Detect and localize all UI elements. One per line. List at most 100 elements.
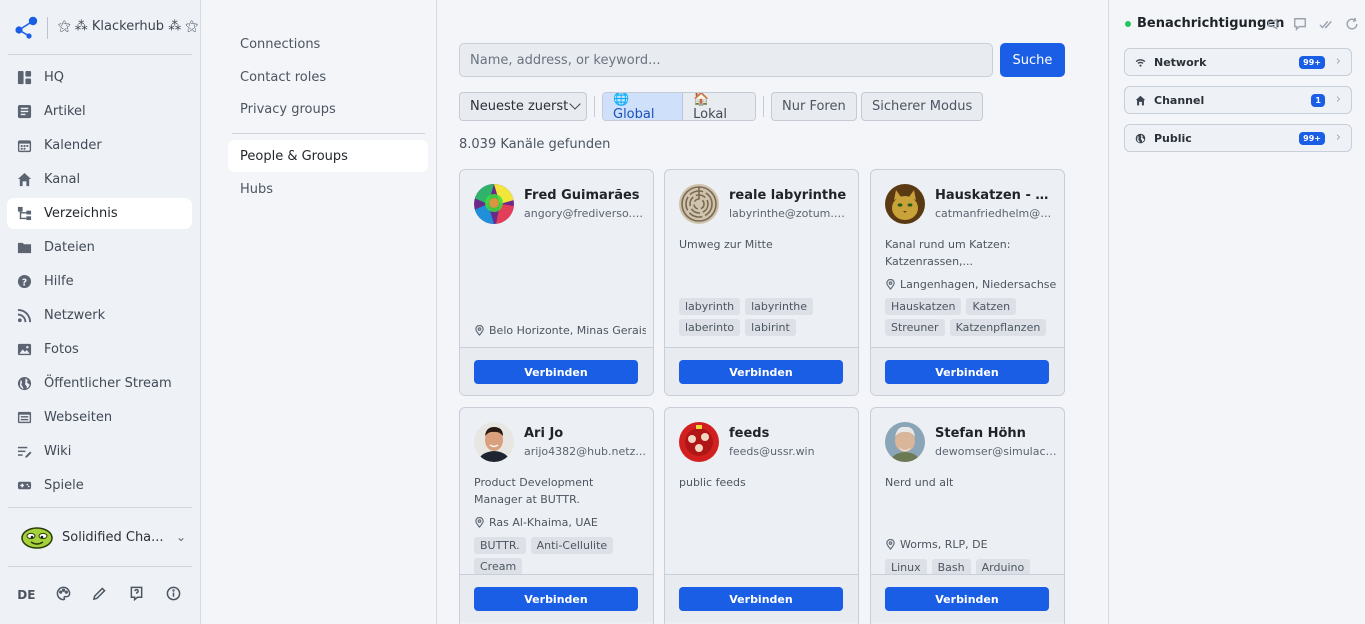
card-footer: Verbinden bbox=[665, 574, 858, 622]
channel-location: Belo Horizonte, Minas Gerais, bbox=[474, 324, 646, 337]
channel-name[interactable]: reale labyrinthe bbox=[729, 188, 851, 203]
count-badge: 99+ bbox=[1299, 56, 1325, 69]
subnav-item-contact-roles[interactable]: Contact roles bbox=[228, 61, 428, 93]
notification-public[interactable]: Public 99+ › bbox=[1124, 124, 1352, 152]
channel-name[interactable]: feeds bbox=[729, 426, 851, 441]
tag[interactable]: Anti-Cellulite bbox=[530, 537, 614, 554]
connect-button[interactable]: Verbinden bbox=[679, 587, 843, 611]
avatar[interactable] bbox=[885, 422, 925, 462]
hubzilla-logo-icon[interactable] bbox=[14, 16, 38, 40]
nav-item-fotos[interactable]: Fotos bbox=[7, 334, 192, 365]
pencil-icon[interactable] bbox=[88, 586, 112, 604]
tag[interactable]: labyrinth bbox=[679, 298, 741, 315]
connect-button[interactable]: Verbinden bbox=[679, 360, 843, 384]
notifications-title: Benachrichtigungen bbox=[1137, 16, 1285, 31]
brand-divider bbox=[47, 17, 48, 39]
info-icon[interactable] bbox=[162, 586, 186, 604]
user-menu[interactable]: Solidified Cha... ⌄ bbox=[8, 520, 192, 554]
nav-item-verzeichnis[interactable]: Verzeichnis bbox=[7, 198, 192, 229]
nav-item-hq[interactable]: HQ bbox=[7, 62, 192, 93]
directory-icon bbox=[17, 206, 32, 221]
tag-list: labyrinth labyrinthe laberinto labirint bbox=[679, 298, 849, 336]
image-icon bbox=[17, 342, 32, 357]
user-name: Solidified Cha... bbox=[62, 529, 164, 545]
avatar[interactable] bbox=[679, 422, 719, 462]
nav-item-wiki[interactable]: Wiki bbox=[7, 436, 192, 467]
chevron-down-icon[interactable]: ⌄ bbox=[176, 530, 186, 544]
card-footer: Verbinden bbox=[665, 347, 858, 395]
nav-item-kanal[interactable]: Kanal bbox=[7, 164, 192, 195]
channel-address: arijo4382@hub.netz... bbox=[524, 445, 646, 458]
subnav-item-people-groups[interactable]: People & Groups bbox=[228, 140, 428, 172]
notification-network[interactable]: Network 99+ › bbox=[1124, 48, 1352, 76]
tag[interactable]: Katzenpflanzen bbox=[949, 319, 1047, 336]
nav-item-webseiten[interactable]: Webseiten bbox=[7, 402, 192, 433]
subnav-item-hubs[interactable]: Hubs bbox=[228, 173, 428, 205]
window-icon bbox=[17, 410, 32, 425]
tag[interactable]: BUTTR. bbox=[474, 537, 526, 554]
tag[interactable]: labirint bbox=[745, 319, 796, 336]
sidebar-footer: DE bbox=[0, 580, 200, 610]
tag[interactable]: labyrinthe bbox=[745, 298, 814, 315]
channel-card: feeds feeds@ussr.win public feeds Verbin… bbox=[664, 407, 859, 624]
connect-button[interactable]: Verbinden bbox=[474, 360, 638, 384]
avatar[interactable] bbox=[474, 184, 514, 224]
nav-divider bbox=[8, 507, 192, 508]
nav-item-label: Kanal bbox=[44, 172, 81, 187]
tag[interactable]: Cream bbox=[474, 558, 523, 575]
subnav-item-connections[interactable]: Connections bbox=[228, 28, 428, 60]
tag[interactable]: laberinto bbox=[679, 319, 741, 336]
nav-item-label: Verzeichnis bbox=[44, 206, 118, 221]
site-name[interactable]: ⚝ ⁂ Klackerhub ⁂ ⚝ bbox=[58, 19, 198, 34]
card-footer: Verbinden bbox=[460, 347, 653, 395]
connect-button[interactable]: Verbinden bbox=[474, 587, 638, 611]
channel-card: Ari Jo arijo4382@hub.netz... Product Dev… bbox=[459, 407, 654, 624]
nav-item-label: Kalender bbox=[44, 138, 102, 153]
scope-local-button[interactable]: 🏠 Lokal bbox=[683, 93, 755, 120]
refresh-icon[interactable] bbox=[1345, 17, 1359, 31]
check-all-icon[interactable] bbox=[1319, 17, 1333, 31]
sort-select[interactable]: Neueste zuerst bbox=[459, 92, 587, 121]
subnav-item-privacy-groups[interactable]: Privacy groups bbox=[228, 93, 428, 125]
online-status-dot bbox=[1125, 20, 1131, 27]
card-footer: Verbinden bbox=[871, 574, 1064, 622]
connect-button[interactable]: Verbinden bbox=[885, 587, 1049, 611]
language-switch[interactable]: DE bbox=[14, 588, 38, 602]
search-button[interactable]: Suche bbox=[1000, 43, 1065, 77]
map-pin-icon bbox=[475, 325, 484, 336]
nav-item-dateien[interactable]: Dateien bbox=[7, 232, 192, 263]
notification-channel[interactable]: Channel 1 › bbox=[1124, 86, 1352, 114]
channel-name[interactable]: Stefan Höhn bbox=[935, 426, 1057, 441]
safe-mode-toggle[interactable]: Sicherer Modus bbox=[861, 92, 984, 121]
wiki-icon bbox=[17, 444, 32, 459]
connect-button[interactable]: Verbinden bbox=[885, 360, 1049, 384]
nav-item-hilfe[interactable]: ? Hilfe bbox=[7, 266, 192, 297]
scope-global-button[interactable]: 🌐 Global bbox=[603, 93, 684, 120]
search-input[interactable] bbox=[459, 43, 993, 77]
tag[interactable]: Hauskatzen bbox=[885, 298, 962, 315]
tag[interactable]: Katzen bbox=[966, 298, 1017, 315]
tag[interactable]: Streuner bbox=[885, 319, 945, 336]
channel-name[interactable]: Ari Jo bbox=[524, 426, 646, 441]
avatar[interactable] bbox=[679, 184, 719, 224]
comment-icon[interactable] bbox=[1293, 17, 1307, 31]
chevron-right-icon: › bbox=[1335, 130, 1341, 145]
nav-item-oeffentlicher-stream[interactable]: Öffentlicher Stream bbox=[7, 368, 192, 399]
forums-only-toggle[interactable]: Nur Foren bbox=[771, 92, 857, 121]
nav-item-spiele[interactable]: Spiele bbox=[7, 470, 192, 501]
scope-toggle-group: 🌐 Global 🏠 Lokal bbox=[602, 92, 756, 121]
card-footer: Verbinden bbox=[460, 574, 653, 622]
megaphone-icon[interactable] bbox=[1267, 17, 1281, 31]
count-badge: 99+ bbox=[1299, 132, 1325, 145]
channel-name[interactable]: Hauskatzen - Pr... bbox=[935, 188, 1057, 203]
avatar[interactable] bbox=[885, 184, 925, 224]
nav-item-netzwerk[interactable]: Netzwerk bbox=[7, 300, 192, 331]
nav-item-kalender[interactable]: Kalender bbox=[7, 130, 192, 161]
avatar[interactable] bbox=[474, 422, 514, 462]
notification-label: Network bbox=[1154, 55, 1207, 69]
palette-icon[interactable] bbox=[51, 586, 75, 604]
nav-item-artikel[interactable]: Artikel bbox=[7, 96, 192, 127]
channel-name[interactable]: Fred Guimarães bbox=[524, 188, 646, 203]
map-pin-icon bbox=[886, 279, 895, 290]
question-box-icon[interactable] bbox=[125, 586, 149, 604]
